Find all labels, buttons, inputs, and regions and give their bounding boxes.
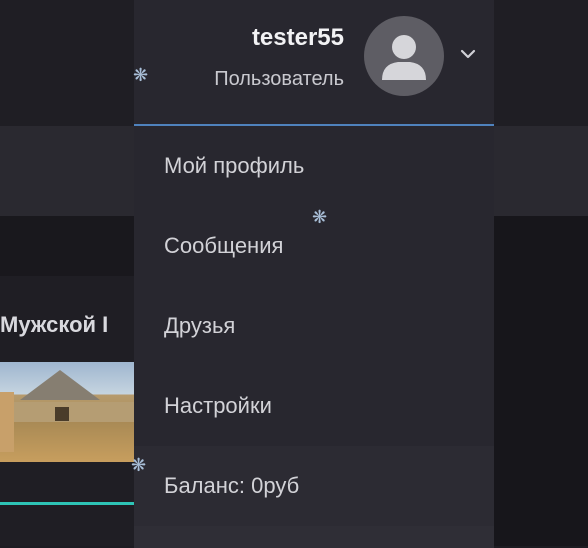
menu-item-balance[interactable]: Баланс: 0руб <box>134 446 494 526</box>
menu-item-settings[interactable]: Настройки <box>134 366 494 446</box>
menu-item-profile[interactable]: Мой профиль <box>134 126 494 206</box>
right-panel <box>494 216 588 546</box>
card-thumbnail[interactable] <box>0 362 134 462</box>
thumbnail-mountain <box>20 370 100 400</box>
user-menu-header[interactable]: tester55 Пользователь <box>134 0 494 126</box>
menu-item-friends[interactable]: Друзья <box>134 286 494 366</box>
user-dropdown-menu: tester55 Пользователь Мой профиль Сообще… <box>134 0 494 548</box>
user-silhouette-icon[interactable] <box>364 16 444 96</box>
chevron-down-icon[interactable] <box>458 44 478 64</box>
menu-footer <box>134 526 494 548</box>
thumbnail-pillar <box>0 392 14 452</box>
user-role: Пользователь <box>214 68 344 90</box>
snowflake-icon: ❋ <box>131 455 147 475</box>
card-progress-bar <box>0 502 134 505</box>
snowflake-icon: ❋ <box>133 65 149 85</box>
snowflake-icon: ❋ <box>312 207 328 227</box>
username: tester55 <box>251 24 344 51</box>
thumbnail-door <box>55 407 69 421</box>
